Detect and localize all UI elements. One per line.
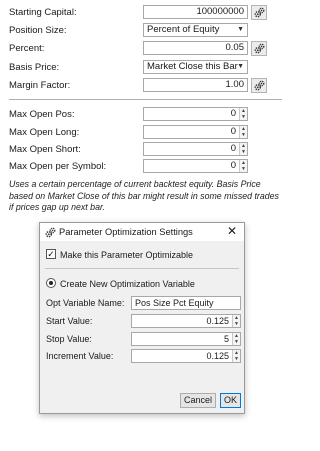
start-value-label: Start Value: [46, 316, 93, 326]
max-open-short-spinner[interactable]: ▲ ▼ [239, 143, 247, 155]
gears-icon [45, 227, 56, 238]
margin-factor-optimize-button[interactable] [251, 78, 267, 93]
gear-icon [254, 43, 264, 54]
start-value-spinner[interactable]: ▲ ▼ [232, 315, 240, 327]
max-open-pos-label: Max Open Pos: [9, 109, 75, 120]
chevron-down-icon: ▼ [237, 26, 244, 33]
max-open-long-input[interactable]: 0 ▲ ▼ [143, 125, 248, 139]
max-open-long-spinner[interactable]: ▲ ▼ [239, 126, 247, 138]
starting-capital-optimize-button[interactable] [251, 5, 267, 20]
max-open-short-value: 0 [230, 143, 236, 154]
section-divider [9, 99, 282, 100]
margin-factor-label: Margin Factor: [9, 80, 71, 91]
max-open-short-label: Max Open Short: [9, 144, 81, 155]
max-open-pos-spinner[interactable]: ▲ ▼ [239, 108, 247, 120]
dialog-titlebar[interactable]: Parameter Optimization Settings ✕ [40, 223, 244, 241]
basis-price-dropdown[interactable]: Market Close this Bar ▼ [143, 60, 248, 74]
max-open-pos-input[interactable]: 0 ▲ ▼ [143, 107, 248, 121]
create-variable-label: Create New Optimization Variable [60, 279, 195, 289]
make-optimizable-label: Make this Parameter Optimizable [60, 250, 194, 260]
stop-value-spinner[interactable]: ▲ ▼ [232, 333, 240, 345]
chevron-down-icon: ▼ [237, 63, 244, 70]
parameter-optimization-dialog: Parameter Optimization Settings ✕ ✓ Make… [39, 222, 245, 414]
dialog-title: Parameter Optimization Settings [59, 227, 193, 237]
percent-label: Percent: [9, 43, 45, 54]
max-open-per-symbol-spinner[interactable]: ▲ ▼ [239, 160, 247, 172]
max-open-per-symbol-label: Max Open per Symbol: [9, 161, 107, 172]
starting-capital-input[interactable]: 100000000 [143, 5, 248, 19]
position-size-label: Position Size: [9, 25, 67, 36]
opt-variable-name-label: Opt Variable Name: [46, 298, 125, 308]
opt-variable-name-input[interactable]: Pos Size Pct Equity [131, 296, 241, 310]
basis-price-label: Basis Price: [9, 62, 60, 73]
percent-optimize-button[interactable] [251, 41, 267, 56]
dialog-divider [45, 268, 239, 269]
start-value-input[interactable]: 0.125 ▲ ▼ [131, 314, 241, 328]
basis-price-value: Market Close this Bar [147, 61, 238, 72]
gear-icon [254, 80, 264, 91]
margin-factor-input[interactable]: 1.00 [143, 78, 248, 92]
start-value-value: 0.125 [206, 316, 229, 326]
max-open-long-value: 0 [230, 126, 236, 137]
max-open-per-symbol-value: 0 [230, 160, 236, 171]
make-optimizable-checkbox[interactable]: ✓ [46, 249, 56, 259]
max-open-long-label: Max Open Long: [9, 127, 80, 138]
starting-capital-label: Starting Capital: [9, 7, 77, 18]
close-icon[interactable]: ✕ [227, 224, 237, 238]
stop-value-input[interactable]: 5 ▲ ▼ [131, 332, 241, 346]
stop-value-value: 5 [223, 334, 229, 344]
stop-value-label: Stop Value: [46, 334, 92, 344]
max-open-short-input[interactable]: 0 ▲ ▼ [143, 142, 248, 156]
increment-value-value: 0.125 [206, 351, 229, 361]
increment-value-spinner[interactable]: ▲ ▼ [232, 350, 240, 362]
position-size-value: Percent of Equity [147, 24, 220, 35]
increment-value-label: Increment Value: [46, 351, 114, 361]
percent-input[interactable]: 0.05 [143, 41, 248, 55]
cancel-button[interactable]: Cancel [180, 393, 216, 408]
create-variable-radio[interactable] [46, 278, 56, 288]
max-open-per-symbol-input[interactable]: 0 ▲ ▼ [143, 159, 248, 173]
position-size-description: Uses a certain percentage of current bac… [9, 179, 279, 212]
gear-icon [254, 7, 264, 18]
position-size-dropdown[interactable]: Percent of Equity ▼ [143, 23, 248, 37]
max-open-pos-value: 0 [230, 108, 236, 119]
increment-value-input[interactable]: 0.125 ▲ ▼ [131, 349, 241, 363]
ok-button[interactable]: OK [220, 393, 241, 408]
